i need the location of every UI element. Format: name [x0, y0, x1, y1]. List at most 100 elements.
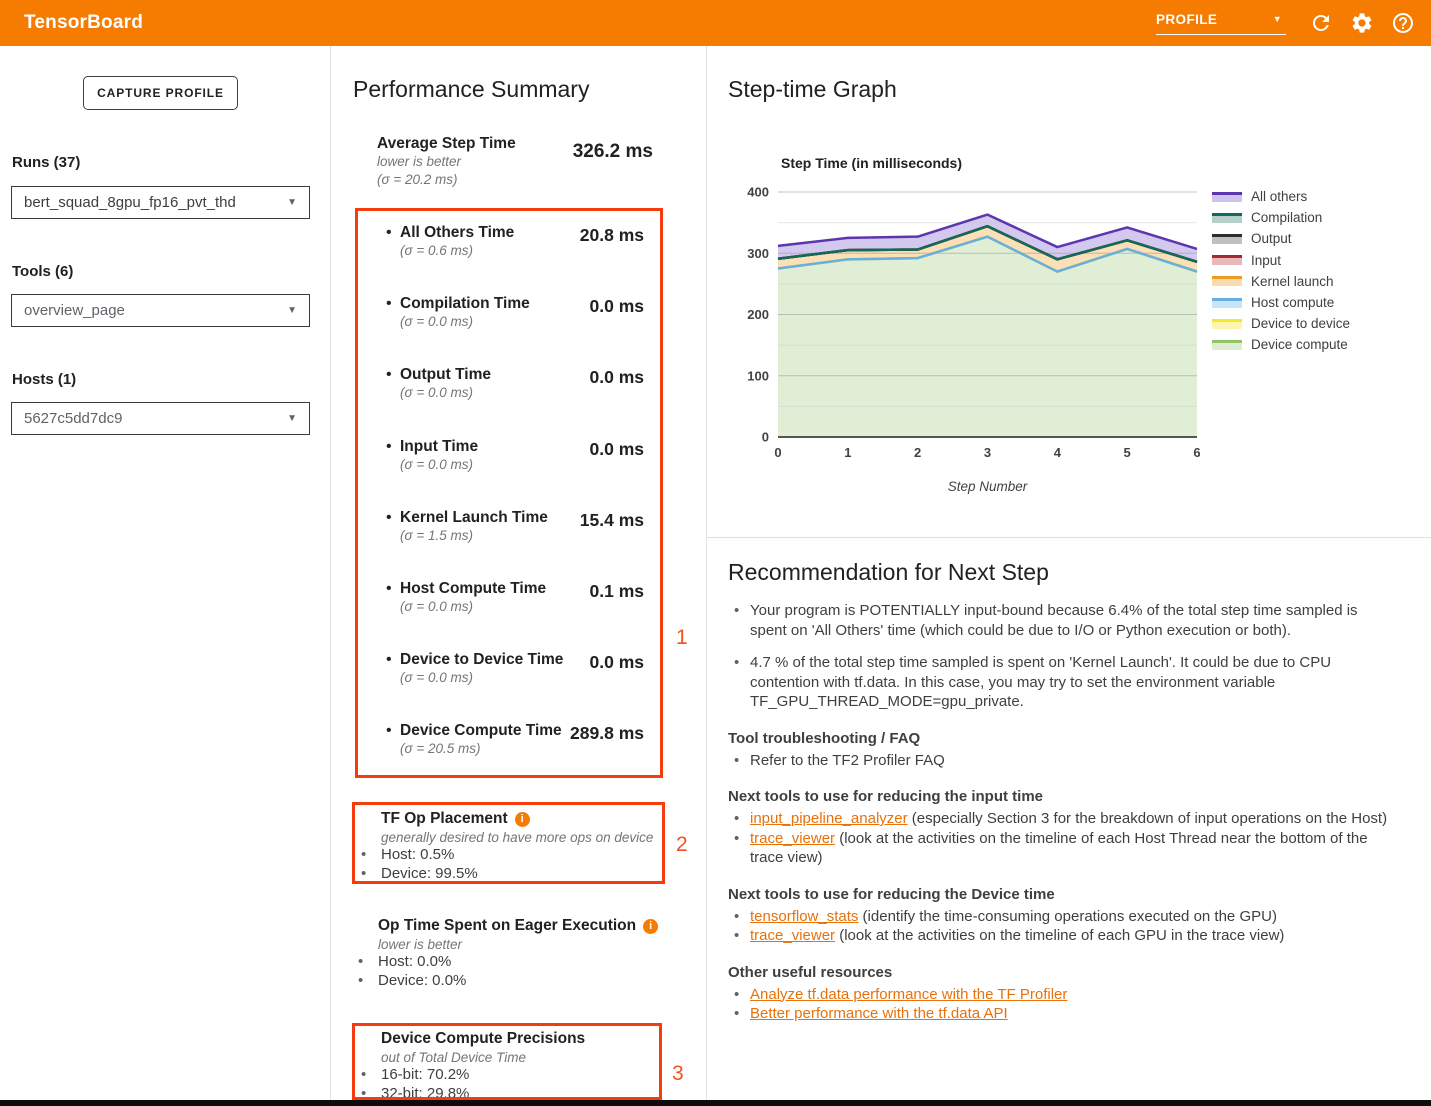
breakdown-row: • Kernel Launch Time (σ = 1.5 ms) 15.4 m…	[358, 508, 660, 579]
legend-item[interactable]: Input	[1212, 250, 1350, 271]
tf-op-placement-title: TF Op Placement i	[381, 810, 662, 828]
legend-swatch	[1212, 192, 1242, 202]
recommendation-sections: Tool troubleshooting / FAQ•Refer to the …	[728, 729, 1390, 1024]
tools-select-value: overview_page	[24, 302, 287, 319]
legend-label: Host compute	[1251, 295, 1334, 310]
breakdown-row: • Device to Device Time (σ = 0.0 ms) 0.0…	[358, 650, 660, 721]
help-icon[interactable]	[1391, 11, 1415, 35]
recommendation-item: • tensorflow_stats (identify the time-con…	[728, 907, 1390, 927]
recommendation-item-text: (especially Section 3 for the breakdown …	[908, 810, 1387, 827]
info-icon[interactable]: i	[515, 812, 530, 827]
window-bottom-edge	[0, 1100, 1431, 1106]
legend-item[interactable]: Device compute	[1212, 334, 1350, 355]
tf-op-placement-box: TF Op Placement i generally desired to h…	[352, 802, 665, 884]
svg-text:400: 400	[747, 185, 769, 200]
performance-summary-panel: Performance Summary Average Step Time lo…	[331, 46, 707, 1100]
recommendation-heading: Next tools to use for reducing the Devic…	[728, 885, 1390, 904]
runs-label: Runs (37)	[12, 154, 80, 171]
legend-item[interactable]: Compilation	[1212, 207, 1350, 228]
section-title-text: TF Op Placement	[381, 810, 508, 828]
recommendation-item: •Refer to the TF2 Profiler FAQ	[728, 751, 1390, 771]
recommendation-item: •trace_viewer (look at the activities on…	[728, 926, 1390, 946]
recommendation-link[interactable]: trace_viewer	[750, 830, 835, 847]
legend-item[interactable]: All others	[1212, 186, 1350, 207]
tools-select[interactable]: overview_page ▼	[11, 294, 310, 327]
svg-text:6: 6	[1193, 445, 1200, 460]
metric-value: 326.2 ms	[573, 141, 653, 163]
svg-text:1: 1	[844, 445, 851, 460]
chevron-down-icon: ▼	[1273, 14, 1282, 24]
refresh-icon[interactable]	[1309, 11, 1333, 35]
recommendation-heading: Other useful resources	[728, 963, 1390, 982]
runs-select[interactable]: bert_squad_8gpu_fp16_pvt_thd ▼	[11, 186, 310, 219]
recommendation-item: •Better performance with the tf.data API	[728, 1004, 1390, 1024]
recommendation-link[interactable]: Better performance with the tf.data API	[750, 1005, 1008, 1022]
settings-gear-icon[interactable]	[1350, 11, 1374, 35]
metric-value: 15.4 ms	[580, 510, 644, 531]
svg-text:Step Number: Step Number	[948, 479, 1028, 494]
average-step-time-row: Average Step Time lower is better (σ = 2…	[377, 134, 653, 188]
header-actions: PROFILE ▼	[1156, 11, 1431, 35]
bullet: •	[734, 653, 739, 673]
legend-swatch	[1212, 298, 1242, 308]
bullet: •	[386, 366, 392, 384]
bullet: •	[734, 907, 739, 927]
legend-item[interactable]: Output	[1212, 228, 1350, 249]
bullet: •	[386, 224, 392, 242]
section-title-text: Device Compute Precisions	[381, 1030, 585, 1048]
metric-sigma: (σ = 20.2 ms)	[377, 171, 653, 189]
section-subtitle: lower is better	[378, 936, 665, 953]
svg-text:300: 300	[747, 246, 769, 261]
bullet: •	[386, 295, 392, 313]
svg-text:200: 200	[747, 307, 769, 322]
recommendation-link[interactable]: input_pipeline_analyzer	[750, 810, 908, 827]
chevron-down-icon: ▼	[287, 305, 297, 316]
recommendation-item-text: (look at the activities on the timeline …	[835, 927, 1284, 944]
recommendation-link[interactable]: tensorflow_stats	[750, 908, 858, 925]
metric-value: 0.0 ms	[590, 439, 644, 460]
legend-item[interactable]: Device to device	[1212, 313, 1350, 334]
annotation-1: 1	[676, 626, 688, 650]
list-item: •Host: 0.5%	[355, 846, 662, 865]
recommendation-heading: Next tools to use for reducing the input…	[728, 787, 1390, 806]
legend-item[interactable]: Host compute	[1212, 292, 1350, 313]
recommendation-item-text: (identify the time-consuming operations …	[858, 908, 1277, 925]
bullet: •	[361, 1066, 366, 1085]
dashboard-selector[interactable]: PROFILE ▼	[1156, 12, 1286, 35]
recommendation-link[interactable]: Analyze tf.data performance with the TF …	[750, 986, 1067, 1003]
section-subtitle: out of Total Device Time	[381, 1049, 659, 1066]
recommendation-bullet: •4.7 % of the total step time sampled is…	[728, 653, 1390, 712]
svg-text:2: 2	[914, 445, 921, 460]
hosts-select-value: 5627c5dd7dc9	[24, 410, 287, 427]
bullet: •	[361, 865, 366, 884]
recommendation-link[interactable]: trace_viewer	[750, 927, 835, 944]
list-item: •Device: 99.5%	[355, 865, 662, 884]
hosts-select[interactable]: 5627c5dd7dc9 ▼	[11, 402, 310, 435]
recommendation-item: • input_pipeline_analyzer (especially Sec…	[728, 809, 1390, 829]
info-icon[interactable]: i	[643, 919, 658, 934]
dashboard-selector-value: PROFILE	[1156, 12, 1217, 27]
legend-swatch	[1212, 319, 1242, 329]
recommendation-item-text: Refer to the TF2 Profiler FAQ	[750, 752, 945, 769]
bullet: •	[386, 580, 392, 598]
chart-legend: All othersCompilationOutput Input Kernel l…	[1212, 186, 1350, 356]
metric-value: 289.8 ms	[570, 723, 644, 744]
bullet: •	[734, 809, 739, 829]
legend-label: Input	[1251, 253, 1281, 268]
svg-text:0: 0	[762, 430, 769, 445]
app-header: TensorBoard PROFILE ▼	[0, 0, 1431, 46]
capture-profile-button[interactable]: CAPTURE PROFILE	[83, 76, 238, 110]
metric-value: 0.1 ms	[590, 581, 644, 602]
precisions-title: Device Compute Precisions	[381, 1030, 659, 1048]
bullet: •	[386, 722, 392, 740]
bullet: •	[734, 985, 739, 1005]
legend-swatch	[1212, 340, 1242, 350]
svg-text:0: 0	[774, 445, 781, 460]
eager-execution-section: Op Time Spent on Eager Execution i lower…	[352, 917, 665, 990]
legend-item[interactable]: Kernel launch	[1212, 271, 1350, 292]
recommendation-section: Recommendation for Next Step •Your progr…	[728, 559, 1390, 1024]
bullet: •	[734, 601, 739, 621]
legend-label: Device to device	[1251, 316, 1350, 331]
metric-value: 0.0 ms	[590, 652, 644, 673]
panel-divider	[707, 537, 1431, 538]
